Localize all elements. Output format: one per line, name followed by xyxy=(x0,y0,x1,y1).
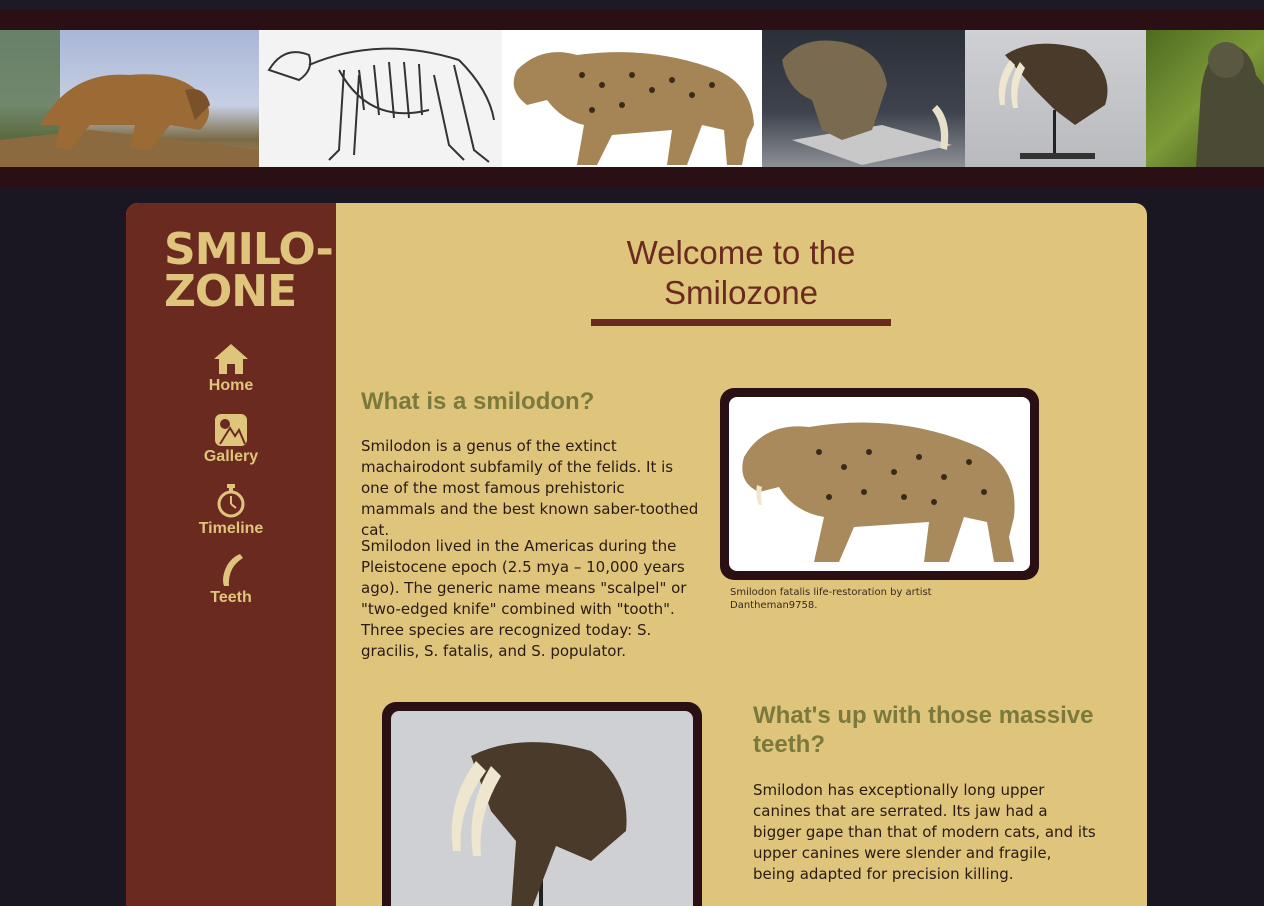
home-icon xyxy=(214,344,248,374)
section2-paragraph-1: Smilodon has exceptionally long upper ca… xyxy=(753,781,1096,883)
section-heading-teeth: What's up with those massive teeth? xyxy=(753,702,1094,758)
image-frame-smilodon xyxy=(720,388,1039,580)
banner-image-statue xyxy=(1146,30,1264,167)
nav-item-home[interactable]: Home xyxy=(126,343,336,395)
nav-item-timeline[interactable]: Timeline xyxy=(126,484,336,538)
banner-image-skull-museum xyxy=(762,30,965,167)
gallery-icon xyxy=(215,414,247,446)
image-frame-skull xyxy=(382,702,702,906)
site-logo[interactable]: SMILO- ZONE xyxy=(164,224,334,317)
nav-label-home: Home xyxy=(208,377,254,394)
image-banner xyxy=(0,10,1264,187)
banner-image-skull-mounted xyxy=(965,30,1146,167)
section1-paragraph-1: Smilodon is a genus of the extinct macha… xyxy=(361,437,699,539)
banner-image-painting xyxy=(0,30,259,167)
banner-image-walking xyxy=(502,30,762,167)
top-strip xyxy=(0,0,1264,10)
image-caption: Smilodon fatalis life-restoration by art… xyxy=(730,587,932,611)
smilodon-skull-image[interactable] xyxy=(391,711,693,906)
logo-line-2: ZONE xyxy=(164,266,297,317)
main-content: Welcome to the Smilozone What is a smilo… xyxy=(336,203,1147,906)
nav-item-gallery[interactable]: Gallery xyxy=(126,414,336,466)
page-title: Welcome to the Smilozone xyxy=(626,234,856,311)
sidebar: SMILO- ZONE Home Gallery Timeline Teeth xyxy=(126,203,336,906)
nav-label-timeline: Timeline xyxy=(198,520,264,537)
tooth-icon xyxy=(223,554,243,586)
logo-line-1: SMILO- xyxy=(164,224,334,275)
section1-paragraph-2: Smilodon lived in the Americas during th… xyxy=(361,537,687,660)
nav-label-gallery: Gallery xyxy=(203,448,259,465)
main-card: SMILO- ZONE Home Gallery Timeline Teeth … xyxy=(126,203,1147,906)
nav-label-teeth: Teeth xyxy=(210,589,252,606)
title-underline xyxy=(591,319,891,326)
stopwatch-icon xyxy=(217,484,245,518)
smilodon-restoration-image[interactable] xyxy=(729,397,1030,571)
section-heading-what-is: What is a smilodon? xyxy=(361,388,595,415)
nav-item-teeth[interactable]: Teeth xyxy=(126,553,336,607)
banner-image-skeleton xyxy=(259,30,502,167)
